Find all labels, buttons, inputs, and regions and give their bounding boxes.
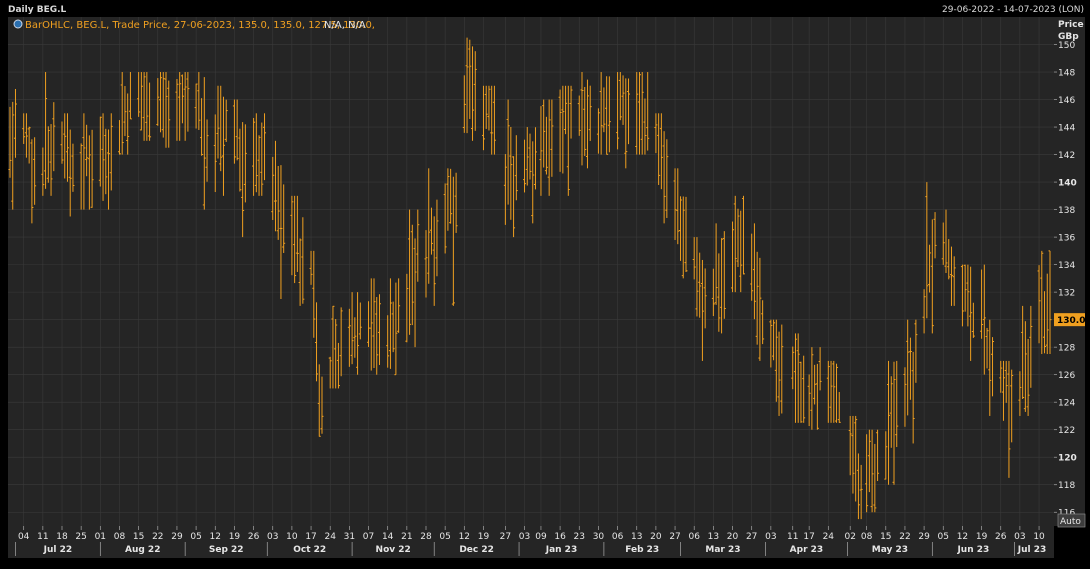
day-tick-label: 13 xyxy=(631,532,642,542)
month-label: Jul 23 xyxy=(1017,545,1047,555)
day-tick-label: 05 xyxy=(190,532,201,542)
day-tick-label: 26 xyxy=(995,532,1007,542)
month-label: Jun 23 xyxy=(956,545,989,555)
day-tick-label: 28 xyxy=(420,532,432,542)
month-label: Jan 23 xyxy=(545,545,578,555)
day-tick-label: 16 xyxy=(554,532,566,542)
price-axis-title: Price xyxy=(1058,20,1084,30)
day-tick-label: 29 xyxy=(918,532,930,542)
auto-scale-button[interactable]: Auto xyxy=(1057,513,1086,528)
price-tick-label: 146 xyxy=(1058,96,1075,106)
day-tick-label: 18 xyxy=(56,532,68,542)
price-tick-label: 134 xyxy=(1058,261,1075,271)
ohlc-chart[interactable]: 1161181201221241261281301321341361381401… xyxy=(0,0,1090,569)
day-tick-label: 27 xyxy=(669,532,680,542)
legend-text: BarOHLC, BEG.L, Trade Price, 27-06-2023,… xyxy=(25,20,375,31)
day-tick-label: 15 xyxy=(133,532,144,542)
day-tick-label: 09 xyxy=(535,532,547,542)
price-tick-label: 118 xyxy=(1058,481,1075,491)
chart-settings-icon[interactable] xyxy=(13,19,23,29)
day-tick-label: 04 xyxy=(18,532,30,542)
month-label: Apr 23 xyxy=(790,545,824,555)
price-tick-label: 128 xyxy=(1058,344,1075,354)
day-tick-label: 14 xyxy=(382,532,394,542)
day-tick-label: 12 xyxy=(210,532,221,542)
day-tick-label: 20 xyxy=(727,532,739,542)
day-tick-label: 19 xyxy=(976,532,988,542)
day-tick-label: 07 xyxy=(363,532,374,542)
price-tick-label: 142 xyxy=(1058,151,1075,161)
price-tick-label: 120 xyxy=(1058,454,1077,464)
day-tick-label: 13 xyxy=(708,532,719,542)
month-label: Oct 22 xyxy=(293,545,326,555)
month-label: May 23 xyxy=(872,545,908,555)
day-tick-label: 26 xyxy=(248,532,260,542)
day-tick-label: 22 xyxy=(899,532,910,542)
day-tick-label: 03 xyxy=(519,532,530,542)
day-tick-label: 08 xyxy=(861,532,873,542)
day-tick-label: 24 xyxy=(324,532,336,542)
day-tick-label: 17 xyxy=(803,532,814,542)
price-tick-label: 126 xyxy=(1058,371,1075,381)
auto-button-label[interactable]: Auto xyxy=(1060,517,1081,527)
price-tick-label: 148 xyxy=(1058,69,1075,79)
month-label: Feb 23 xyxy=(625,545,659,555)
day-tick-label: 10 xyxy=(1033,532,1045,542)
price-axis-panel xyxy=(1054,17,1085,526)
month-label: Nov 22 xyxy=(376,545,411,555)
day-tick-label: 03 xyxy=(267,532,278,542)
day-tick-label: 02 xyxy=(844,532,855,542)
price-axis-unit: GBp xyxy=(1058,32,1079,42)
day-tick-label: 17 xyxy=(305,532,316,542)
price-tick-label: 122 xyxy=(1058,426,1075,436)
legend-na-text: N/A, N/A xyxy=(324,20,366,31)
price-tick-label: 124 xyxy=(1058,399,1075,409)
day-tick-label: 03 xyxy=(765,532,776,542)
last-price-marker: 130.0 xyxy=(1054,313,1085,327)
day-tick-label: 12 xyxy=(957,532,968,542)
month-label: Dec 22 xyxy=(459,545,494,555)
day-tick-label: 22 xyxy=(152,532,163,542)
day-tick-label: 05 xyxy=(938,532,949,542)
day-tick-label: 25 xyxy=(75,532,86,542)
legend: BarOHLC, BEG.L, Trade Price, 27-06-2023,… xyxy=(13,19,375,31)
day-tick-label: 23 xyxy=(574,532,585,542)
day-tick-label: 27 xyxy=(746,532,757,542)
day-tick-label: 10 xyxy=(286,532,298,542)
day-tick-label: 31 xyxy=(344,532,355,542)
price-tick-label: 140 xyxy=(1058,179,1077,189)
day-tick-label: 01 xyxy=(95,532,106,542)
day-tick-label: 03 xyxy=(1014,532,1025,542)
price-tick-label: 132 xyxy=(1058,289,1075,299)
month-label: Jul 22 xyxy=(43,545,73,555)
day-tick-label: 29 xyxy=(171,532,183,542)
day-tick-label: 20 xyxy=(650,532,662,542)
day-tick-label: 12 xyxy=(459,532,470,542)
price-tick-label: 136 xyxy=(1058,234,1075,244)
day-tick-label: 15 xyxy=(880,532,891,542)
last-price-label: 130.0 xyxy=(1057,316,1085,326)
day-tick-label: 30 xyxy=(593,532,605,542)
plot-area[interactable] xyxy=(8,17,1054,526)
day-tick-label: 06 xyxy=(688,532,700,542)
month-label: Mar 23 xyxy=(705,545,740,555)
day-tick-label: 11 xyxy=(37,532,48,542)
month-label: Aug 22 xyxy=(125,545,160,555)
day-tick-label: 05 xyxy=(439,532,450,542)
day-tick-label: 06 xyxy=(612,532,624,542)
chart-window: Daily BEG.L 29-06-2022 - 14-07-2023 (LON… xyxy=(0,0,1090,569)
price-tick-label: 144 xyxy=(1058,124,1075,134)
month-label: Sep 22 xyxy=(209,545,244,555)
price-tick-label: 150 xyxy=(1058,41,1075,51)
price-tick-label: 138 xyxy=(1058,206,1075,216)
day-tick-label: 21 xyxy=(401,532,412,542)
day-tick-label: 11 xyxy=(787,532,798,542)
day-tick-label: 08 xyxy=(114,532,126,542)
day-tick-label: 19 xyxy=(229,532,241,542)
day-tick-label: 19 xyxy=(478,532,490,542)
day-tick-label: 27 xyxy=(500,532,511,542)
day-tick-label: 24 xyxy=(823,532,835,542)
